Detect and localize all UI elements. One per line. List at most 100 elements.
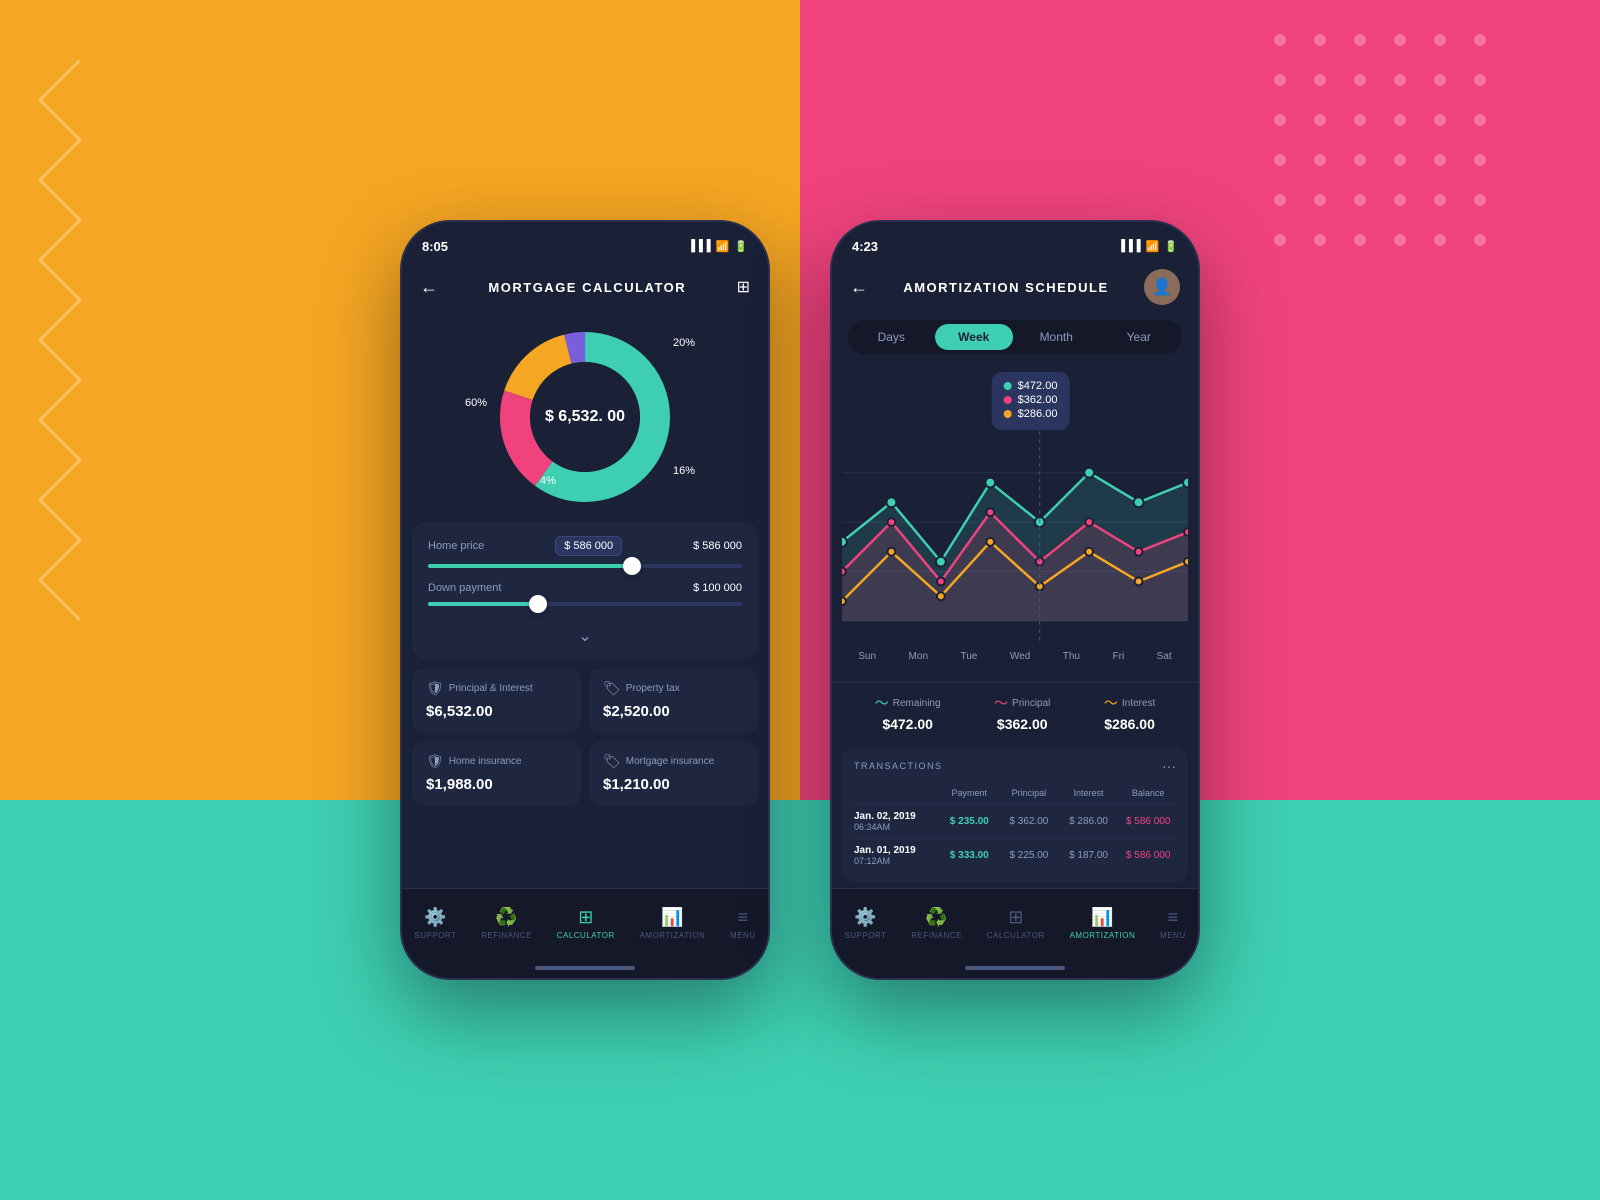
line-chart (842, 422, 1188, 642)
home-price-slider[interactable] (428, 564, 742, 568)
phone-notch-2 (955, 222, 1075, 250)
signal-icon-1: ▐▐▐ (687, 240, 710, 252)
x-label-thu: Thu (1063, 651, 1080, 662)
down-payment-row: Down payment $ 100 000 (428, 582, 742, 594)
calculator-icon-1: ⊞ (578, 907, 593, 928)
tab-year[interactable]: Year (1100, 324, 1179, 350)
tab-week[interactable]: Week (935, 324, 1014, 350)
phones-container: 8:05 ▐▐▐ 📶 🔋 ← MORTGAGE CALCULATOR ⊞ (0, 0, 1600, 1200)
home-ins-label: Home insurance (449, 756, 522, 767)
phone-notch-1 (525, 222, 645, 250)
refinance-label-2: REFINANCE (911, 931, 962, 940)
nav-support-2[interactable]: ⚙️ SUPPORT (844, 907, 886, 940)
tx-interest-2: $ 187.00 (1061, 850, 1117, 861)
nav-calculator-2[interactable]: ⊞ CALCULATOR (987, 907, 1045, 940)
tx-principal-1: $ 362.00 (1001, 816, 1057, 827)
down-payment-slider[interactable] (428, 602, 742, 606)
tx-date-1: Jan. 02, 2019 06:34AM (854, 811, 937, 832)
metric-remaining-label-row: 〜 Remaining (875, 693, 941, 713)
label-4pct: 4% (540, 475, 556, 487)
support-icon-2: ⚙️ (854, 907, 876, 928)
slider-thumb-down[interactable] (529, 595, 547, 613)
tooltip-row-3: $286.00 (1004, 408, 1058, 420)
label-16pct: 16% (673, 465, 695, 477)
refinance-icon-2: ♻️ (925, 907, 947, 928)
transactions-section: TRANSACTIONS ··· Payment Principal Inter… (842, 748, 1188, 882)
tooltip-val-1: $472.00 (1018, 380, 1058, 392)
slider-fill-down (428, 602, 538, 606)
amortization-label-1: AMORTIZATION (640, 931, 706, 940)
phone1-content: $ 6,532. 00 20% 60% 16% 4% Home price $ … (402, 312, 768, 888)
stats-grid: 🛡 Principal & Interest $6,532.00 🏷 Prope… (412, 668, 758, 806)
bottom-nav-2: ⚙️ SUPPORT ♻️ REFINANCE ⊞ CALCULATOR 📊 A… (832, 888, 1198, 958)
home-price-label: Home price (428, 540, 484, 552)
interest-value: $286.00 (1104, 716, 1155, 732)
home-price-badge[interactable]: $ 586 000 (555, 536, 622, 556)
status-time-2: 4:23 (852, 239, 878, 254)
amortization-icon-1: 📊 (661, 907, 683, 928)
mort-ins-value: $1,210.00 (603, 776, 670, 793)
phone-mortgage-calculator: 8:05 ▐▐▐ 📶 🔋 ← MORTGAGE CALCULATOR ⊞ (400, 220, 770, 980)
transactions-header: TRANSACTIONS ··· (854, 758, 1176, 774)
tx-row-2: Jan. 01, 2019 07:12AM $ 333.00 $ 225.00 … (854, 839, 1176, 872)
tooltip-val-2: $362.00 (1018, 394, 1058, 406)
tx-row-1: Jan. 02, 2019 06:34AM $ 235.00 $ 362.00 … (854, 805, 1176, 839)
stat-card-mortgage-ins: 🏷 Mortgage insurance $1,210.00 (589, 741, 758, 806)
down-payment-label: Down payment (428, 582, 501, 594)
avatar[interactable]: 👤 (1144, 269, 1180, 305)
stat-card-home-insurance: 🛡 Home insurance $1,988.00 (412, 741, 581, 806)
tx-header-row: Payment Principal Interest Balance (854, 782, 1176, 805)
calculator-icon-2: ⊞ (1008, 907, 1023, 928)
nav-calculator-1[interactable]: ⊞ CALCULATOR (557, 907, 615, 940)
tab-days[interactable]: Days (852, 324, 931, 350)
refinance-icon-1: ♻️ (495, 907, 517, 928)
page-title-2: AMORTIZATION SCHEDULE (903, 280, 1108, 295)
expand-chevron[interactable]: ⌄ (428, 620, 742, 646)
x-label-mon: Mon (909, 651, 928, 662)
home-bar-1 (535, 966, 635, 970)
principal-label: Principal & Interest (449, 683, 533, 694)
nav-menu-2[interactable]: ≡ MENU (1160, 907, 1186, 940)
back-button-1[interactable]: ← (420, 277, 438, 298)
mort-ins-icon: 🏷 (603, 753, 621, 770)
menu-icon-2: ≡ (1168, 907, 1179, 928)
tx-col-balance: Balance (1120, 788, 1176, 798)
nav-support-1[interactable]: ⚙️ SUPPORT (414, 907, 456, 940)
tooltip-val-3: $286.00 (1018, 408, 1058, 420)
home-price-value: $ 586 000 (693, 540, 742, 552)
status-icons-2: ▐▐▐ 📶 🔋 (1117, 240, 1178, 253)
support-icon-1: ⚙️ (424, 907, 446, 928)
remaining-value: $472.00 (882, 716, 933, 732)
donut-labels: 20% 60% 16% 4% (485, 312, 685, 512)
spacer-1 (402, 814, 768, 888)
slider-fill-home (428, 564, 632, 568)
calculator-label-1: CALCULATOR (557, 931, 615, 940)
transactions-menu[interactable]: ··· (1162, 758, 1176, 774)
nav-refinance-2[interactable]: ♻️ REFINANCE (911, 907, 962, 940)
home-price-row: Home price $ 586 000 $ 586 000 (428, 536, 742, 556)
tax-icon: 🏷 (603, 680, 621, 697)
home-indicator-1 (402, 958, 768, 978)
tab-month[interactable]: Month (1017, 324, 1096, 350)
tooltip-dot-pink (1004, 396, 1012, 404)
tx-col-principal: Principal (1001, 788, 1057, 798)
x-label-tue: Tue (961, 651, 978, 662)
tooltip-dot-orange (1004, 410, 1012, 418)
nav-amortization-1[interactable]: 📊 AMORTIZATION (640, 907, 706, 940)
nav-menu-1[interactable]: ≡ MENU (730, 907, 756, 940)
stat-card-title-home-ins: 🛡 Home insurance (426, 753, 567, 770)
donut-chart-container: $ 6,532. 00 20% 60% 16% 4% (402, 312, 768, 522)
tx-col-payment: Payment (941, 788, 997, 798)
back-button-2[interactable]: ← (850, 277, 868, 298)
tx-interest-1: $ 286.00 (1061, 816, 1117, 827)
slider-thumb-home[interactable] (623, 557, 641, 575)
nav-bar-1: ← MORTGAGE CALCULATOR ⊞ (402, 262, 768, 312)
nav-refinance-1[interactable]: ♻️ REFINANCE (481, 907, 532, 940)
nav-amortization-2[interactable]: 📊 AMORTIZATION (1070, 907, 1136, 940)
tx-payment-2: $ 333.00 (941, 850, 997, 861)
chart-tooltip: $472.00 $362.00 $286.00 (992, 372, 1070, 430)
page-title-1: MORTGAGE CALCULATOR (488, 280, 686, 295)
filter-icon-1[interactable]: ⊞ (737, 277, 750, 297)
battery-icon-2: 🔋 (1164, 240, 1178, 253)
interest-pulse-icon: 〜 (1104, 693, 1118, 713)
